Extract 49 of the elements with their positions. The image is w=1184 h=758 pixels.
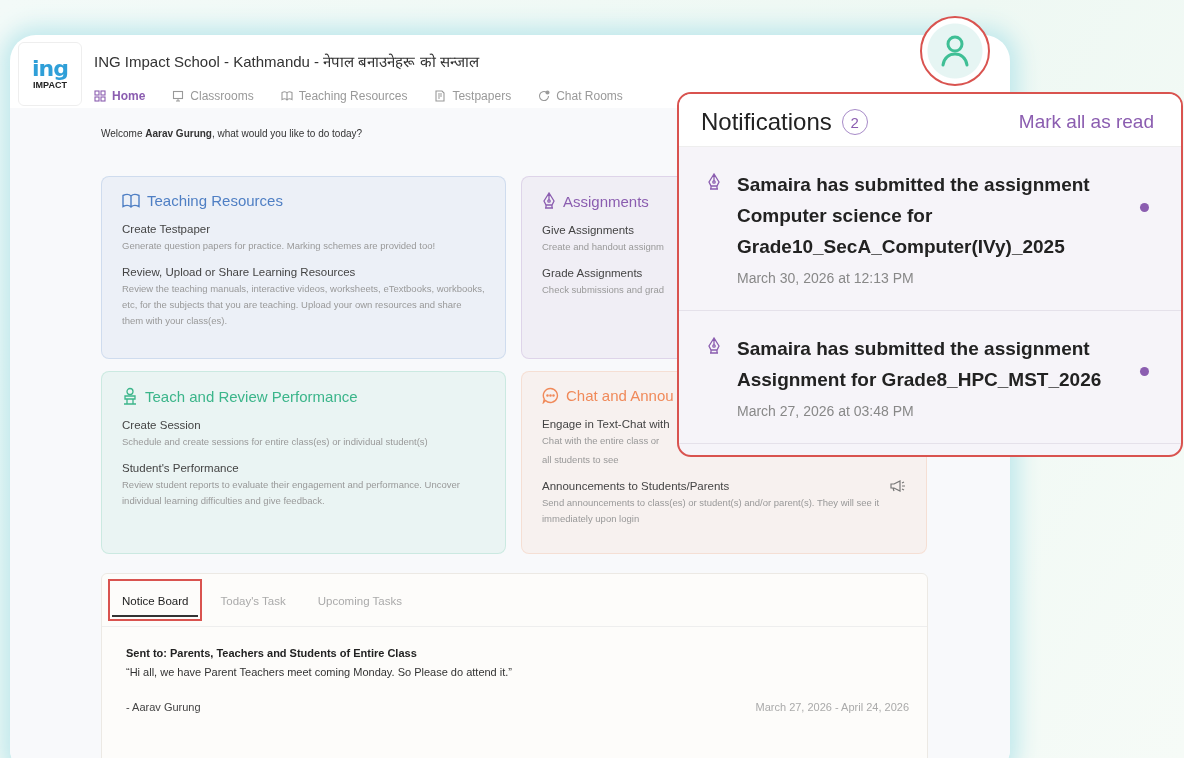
feature-description: Review the teaching manuals, interactive videos, worksheets, eTextbooks, workbooks, etc, for the subjects that you are teaching. Upload your own resources and share them with your class(es). (122, 282, 485, 328)
nav-tab[interactable]: Home (94, 89, 146, 103)
notification-time: March 30, 2026 at 12:13 PM (737, 270, 915, 286)
card-title[interactable]: Assignments (563, 192, 649, 210)
notification-item[interactable]: Samaira has submitted the assignment Assignment for Grade8_HPC_MST_2026 March 27, 2026 at 03:48 PM (679, 311, 1181, 444)
teacher-icon (122, 387, 138, 405)
feature-link[interactable]: Grade Assignments (542, 267, 643, 279)
feature-link[interactable]: Student's Performance (122, 462, 239, 474)
notification-text: Samaira has submitted the assignment Assignment for Grade8_HPC_MST_2026 (737, 337, 1103, 392)
book-icon (122, 192, 140, 209)
feature-link[interactable]: Create Session (122, 419, 201, 431)
feature-link[interactable]: Create Testpaper (122, 223, 210, 235)
feature-link[interactable]: Give Assignments (542, 224, 635, 236)
feature-description: Review student reports to evaluate their engagement and performance. Uncover individual learning difficulties and give feedback. (122, 478, 461, 508)
welcome-text: Welcome Aarav Gurung, what would you like to do today? (101, 128, 364, 139)
notification-item[interactable]: Samaira has submitted the assignment Computer science for Grade10_SecA_Computer(IVy)_2025 March 30, 2026 at 12:13 PM (679, 147, 1181, 311)
user-icon (940, 35, 970, 67)
feature-description: Send announcements to class(es) or student(s) and/or parent(s). They will see it immediately upon login (542, 496, 881, 526)
pen-nib-icon (542, 192, 556, 210)
board-icon (172, 90, 185, 102)
notifications-title: Notifications (701, 108, 832, 136)
feature-description: Generate question papers for practice. Marking schemes are provided too! (122, 239, 437, 253)
pen-nib-icon (707, 337, 721, 355)
notice-dates: March 27, 2026 - April 24, 2026 (755, 701, 909, 713)
feature-link[interactable]: Announcements to Students/Parents (542, 480, 730, 492)
notice-message: “Hi all, we have Parent Teachers meet coming Monday. So Please do attend it.” (126, 666, 513, 678)
book-icon (280, 90, 293, 102)
notification-time: March 27, 2026 at 03:48 PM (737, 403, 915, 419)
nav-tab[interactable]: Teaching Resources (280, 89, 408, 103)
feature-description: Schedule and create sessions for entire class(es) or individual student(s) (122, 435, 429, 449)
notification-text: Samaira has submitted the assignment Computer science for Grade10_SecA_Computer(IVy)_2025 (737, 173, 1091, 259)
notice-author: - Aarav Gurung (126, 701, 201, 713)
megaphone-icon (890, 480, 906, 492)
logo-icon: ing IMPACT (18, 42, 82, 106)
recipients-text: Sent to: Parents, Teachers and Students of Entire Class (126, 647, 418, 659)
school-title: ING Impact School - Kathmandu - नेपाल बनाउनेहरू को सन्जाल (94, 52, 481, 71)
nav-tab[interactable]: Testpapers (434, 89, 512, 103)
feature-description: Chat with the entire class or (542, 434, 661, 448)
feature-link[interactable]: Review, Upload or Share Learning Resources (122, 266, 356, 278)
mark-all-read-link[interactable]: Mark all as read (1018, 111, 1154, 133)
feature-description: Check submissions and grad (542, 283, 665, 297)
card-title[interactable]: Teaching Resources (147, 192, 283, 209)
document-icon (434, 90, 447, 102)
grid-icon (94, 90, 106, 102)
nav-tab[interactable]: Chat Rooms (538, 89, 623, 103)
feature-link[interactable]: Engage in Text-Chat with (542, 418, 670, 430)
feature-description: all students to see (542, 453, 620, 467)
pen-nib-icon (707, 173, 721, 191)
nav-tab[interactable]: Classrooms (172, 89, 254, 103)
